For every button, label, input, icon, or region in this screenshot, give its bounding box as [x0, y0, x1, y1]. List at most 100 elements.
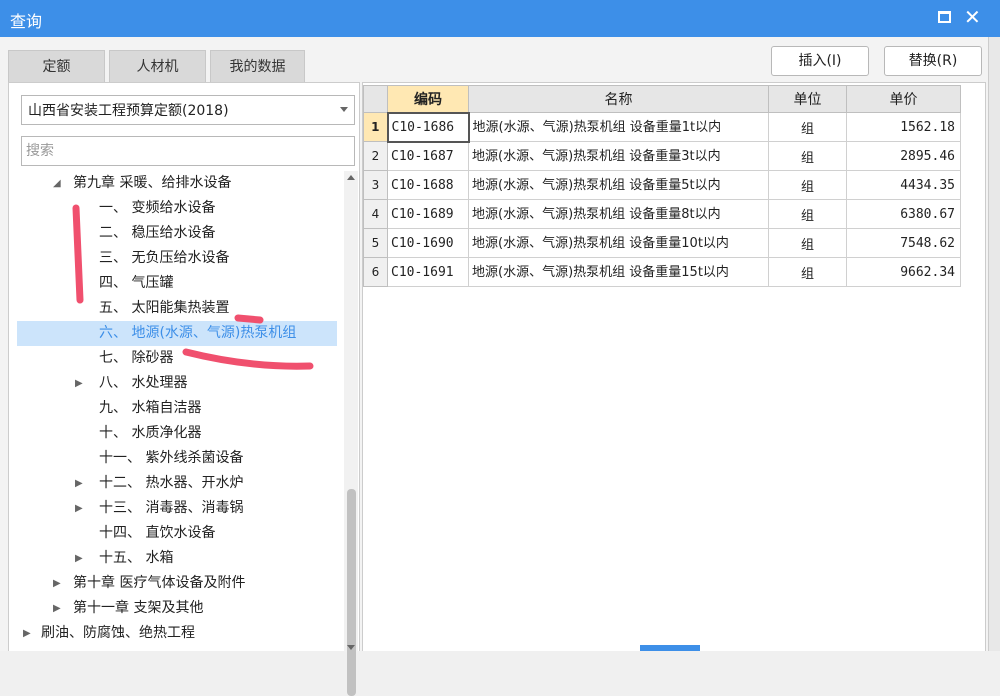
tree-item[interactable]: 六、 地源(水源、气源)热泵机组 — [17, 321, 337, 346]
tree-item[interactable]: 十四、 直饮水设备 — [17, 521, 337, 546]
cell-name[interactable]: 地源(水源、气源)热泵机组 设备重量15t以内 — [468, 257, 769, 287]
insert-button[interactable]: 插入(I) — [771, 46, 869, 76]
tree-item[interactable]: 四、 气压罐 — [17, 271, 337, 296]
replace-button[interactable]: 替换(R) — [884, 46, 982, 76]
collapsed-arrow-icon[interactable]: ▶ — [75, 371, 83, 396]
tab-quota[interactable]: 定额 — [8, 50, 105, 82]
cell-price[interactable]: 7548.62 — [846, 228, 961, 258]
header-unit[interactable]: 单位 — [768, 85, 847, 113]
header-index — [363, 85, 388, 113]
cell-code[interactable]: C10-1686 — [386, 111, 470, 143]
cell-name[interactable]: 地源(水源、气源)热泵机组 设备重量10t以内 — [468, 228, 769, 258]
cell-unit[interactable]: 组 — [768, 112, 847, 142]
cell-name[interactable]: 地源(水源、气源)热泵机组 设备重量3t以内 — [468, 141, 769, 171]
collapsed-arrow-icon[interactable]: ▶ — [23, 621, 31, 646]
tree-item[interactable]: 五、 太阳能集热装置 — [17, 296, 337, 321]
tree-item-label: 五、 太阳能集热装置 — [99, 300, 230, 316]
chevron-down-icon — [340, 107, 348, 112]
table-header-row: 编码 名称 单位 单价 — [363, 85, 961, 113]
cell-price[interactable]: 6380.67 — [846, 199, 961, 229]
cell-code[interactable]: C10-1689 — [387, 199, 469, 229]
table-row[interactable]: 1 C10-1686 地源(水源、气源)热泵机组 设备重量1t以内组 1562.18 — [363, 111, 961, 143]
cell-name[interactable]: 地源(水源、气源)热泵机组 设备重量8t以内 — [468, 199, 769, 229]
tree-item[interactable]: 九、 水箱自洁器 — [17, 396, 337, 421]
cell-unit[interactable]: 组 — [768, 199, 847, 229]
quota-table: 编码 名称 单位 单价 1 C10-1686 地源(水源、气源)热泵机组 设备重量1… — [363, 85, 961, 287]
cell-unit[interactable]: 组 — [768, 170, 847, 200]
chapter-tree: ◢ 第九章 采暖、给排水设备一、 变频给水设备 二、 稳压给水设备 三、 无负压给水设… — [17, 171, 339, 652]
tree-item[interactable]: 十一、 紫外线杀菌设备 — [17, 446, 337, 471]
table-row[interactable]: 5 C10-1690 地源(水源、气源)热泵机组 设备重量10t以内组 7548.62 — [363, 228, 961, 258]
cell-price[interactable]: 2895.46 — [846, 141, 961, 171]
quota-library-value: 山西省安装工程预算定额(2018) — [28, 103, 229, 119]
row-index: 1 — [363, 112, 388, 142]
expanded-arrow-icon[interactable]: ◢ — [53, 171, 61, 196]
tree-item[interactable]: ▶ 八、 水处理器 — [17, 371, 337, 396]
right-panel: 编码 名称 单位 单价 1 C10-1686 地源(水源、气源)热泵机组 设备重量1… — [362, 82, 986, 651]
tree-item[interactable]: ▶ 第十章 医疗气体设备及附件 — [17, 571, 337, 596]
table-row[interactable]: 4 C10-1689 地源(水源、气源)热泵机组 设备重量8t以内组 6380.67 — [363, 199, 961, 229]
cell-unit[interactable]: 组 — [768, 257, 847, 287]
tree-item-label: 十、 水质净化器 — [99, 425, 202, 441]
collapsed-arrow-icon[interactable]: ▶ — [75, 546, 83, 571]
cell-code[interactable]: C10-1687 — [387, 141, 469, 171]
tree-item[interactable]: ▶ 十五、 水箱 — [17, 546, 337, 571]
tree-item-label: 六、 地源(水源、气源)热泵机组 — [99, 325, 297, 341]
collapsed-arrow-icon[interactable]: ▶ — [53, 596, 61, 621]
cell-code[interactable]: C10-1688 — [387, 170, 469, 200]
cell-name[interactable]: 地源(水源、气源)热泵机组 设备重量5t以内 — [468, 170, 769, 200]
tab-my-data[interactable]: 我的数据 — [210, 50, 305, 82]
tree-item[interactable]: 一、 变频给水设备 — [17, 196, 337, 221]
cell-price[interactable]: 1562.18 — [846, 112, 961, 142]
tree-item-label: 第九章 采暖、给排水设备 — [73, 175, 232, 191]
tree-scrollbar[interactable] — [344, 171, 358, 696]
tree-item[interactable]: 三、 无负压给水设备 — [17, 246, 337, 271]
tree-item[interactable]: ▶ 第十一章 支架及其他 — [17, 596, 337, 621]
tree-item-label: 七、 除砂器 — [99, 350, 174, 366]
tree-item-label: 第十章 医疗气体设备及附件 — [73, 575, 246, 591]
row-index: 5 — [363, 228, 388, 258]
collapsed-arrow-icon[interactable]: ▶ — [53, 571, 61, 596]
close-icon[interactable]: ✕ — [964, 5, 981, 29]
header-name[interactable]: 名称 — [468, 85, 769, 113]
quota-library-select[interactable]: 山西省安装工程预算定额(2018) — [21, 95, 355, 125]
header-price[interactable]: 单价 — [846, 85, 961, 113]
header-code[interactable]: 编码 — [387, 85, 469, 113]
tree-item-label: 二、 稳压给水设备 — [99, 225, 216, 241]
tree-item[interactable]: 十、 水质净化器 — [17, 421, 337, 446]
tree-item-label: 刷油、防腐蚀、绝热工程 — [41, 625, 195, 641]
cell-price[interactable]: 9662.34 — [846, 257, 961, 287]
cell-code[interactable]: C10-1690 — [387, 228, 469, 258]
search-input[interactable] — [21, 136, 355, 166]
table-row[interactable]: 6 C10-1691 地源(水源、气源)热泵机组 设备重量15t以内组 9662.34 — [363, 257, 961, 287]
tab-labor-material-machine[interactable]: 人材机 — [109, 50, 206, 82]
tree-item-label: 第十一章 支架及其他 — [73, 600, 204, 616]
scroll-down-icon[interactable] — [347, 645, 355, 650]
tree-item[interactable]: 二、 稳压给水设备 — [17, 221, 337, 246]
tree-item-label: 十四、 直饮水设备 — [99, 525, 216, 541]
tree-item-label: 十一、 紫外线杀菌设备 — [99, 450, 244, 466]
table-row[interactable]: 2 C10-1687 地源(水源、气源)热泵机组 设备重量3t以内组 2895.46 — [363, 141, 961, 171]
tree-item-label: 八、 水处理器 — [99, 375, 188, 391]
scroll-thumb[interactable] — [347, 489, 356, 696]
tree-item[interactable]: ▶ 十二、 热水器、开水炉 — [17, 471, 337, 496]
tree-item[interactable]: 七、 除砂器 — [17, 346, 337, 371]
collapsed-arrow-icon[interactable]: ▶ — [75, 496, 83, 521]
cell-unit[interactable]: 组 — [768, 228, 847, 258]
resize-handle[interactable] — [640, 645, 700, 651]
table-row[interactable]: 3 C10-1688 地源(水源、气源)热泵机组 设备重量5t以内组 4434.35 — [363, 170, 961, 200]
cell-unit[interactable]: 组 — [768, 141, 847, 171]
scroll-up-icon[interactable] — [347, 175, 355, 180]
maximize-icon[interactable] — [938, 11, 951, 23]
tree-item[interactable]: ▶ 十三、 消毒器、消毒锅 — [17, 496, 337, 521]
row-index: 4 — [363, 199, 388, 229]
tree-item-label: 三、 无负压给水设备 — [99, 250, 230, 266]
tree-item[interactable]: ▶ 刷油、防腐蚀、绝热工程 — [17, 621, 337, 646]
tree-item-label: 一、 变频给水设备 — [99, 200, 216, 216]
cell-price[interactable]: 4434.35 — [846, 170, 961, 200]
cell-name[interactable]: 地源(水源、气源)热泵机组 设备重量1t以内 — [468, 112, 769, 142]
cell-code[interactable]: C10-1691 — [387, 257, 469, 287]
tree-item[interactable]: ◢ 第九章 采暖、给排水设备 — [17, 171, 337, 196]
collapsed-arrow-icon[interactable]: ▶ — [75, 471, 83, 496]
left-panel: 山西省安装工程预算定额(2018) ◢ 第九章 采暖、给排水设备一、 变频给水设备… — [8, 82, 360, 696]
